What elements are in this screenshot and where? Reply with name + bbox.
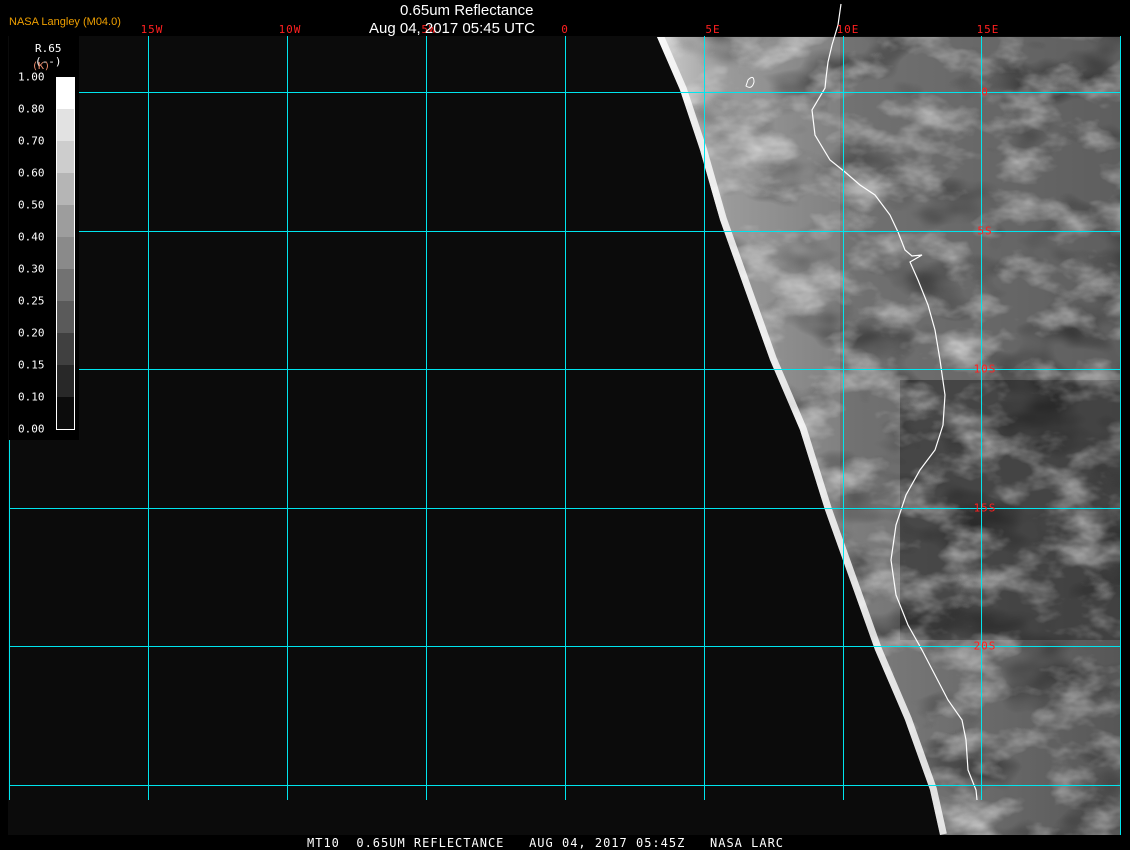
longitude-label: 10E xyxy=(836,23,860,36)
colorbar-segment xyxy=(57,237,74,269)
colorbar-tick-label: 0.15 xyxy=(18,358,45,372)
colorbar-segment xyxy=(57,269,74,301)
colorbar-tick-label: 0.10 xyxy=(18,390,45,404)
latitude-label: 0 xyxy=(981,85,989,99)
colorbar-tick-label: 0.20 xyxy=(18,326,45,340)
colorbar-segment xyxy=(57,173,74,205)
colorbar-segment xyxy=(57,109,74,141)
latitude-label: 15S xyxy=(973,501,997,515)
latitude-label: 5S xyxy=(977,224,993,238)
colorbar-tick-label: 0.80 xyxy=(18,102,45,116)
colorbar-segment xyxy=(57,301,74,333)
colorbar-tick-label: 1.00 xyxy=(18,70,45,84)
longitude-label: 0 xyxy=(561,23,569,36)
colorbar-segment xyxy=(57,205,74,237)
colorbar xyxy=(56,77,75,430)
satellite-imagery xyxy=(9,3,1121,835)
colorbar-tick-label: 0.60 xyxy=(18,166,45,180)
colorbar-tick-label: 0.50 xyxy=(18,198,45,212)
longitude-label: 10W xyxy=(278,23,302,36)
satellite-image-viewer: 0.65um Reflectance NASA Langley (M04.0) xyxy=(0,0,1130,850)
colorbar-segment xyxy=(57,333,74,365)
colorbar-tick-label: 0.40 xyxy=(18,230,45,244)
colorbar-segment xyxy=(57,77,74,109)
colorbar-legend: R.65 (--) (K) 1.00 0.80 0.70 0.60 0.50 0.40 0.… xyxy=(9,36,79,440)
colorbar-segment xyxy=(57,141,74,173)
latitude-label: 10S xyxy=(973,362,997,376)
latitude-label: 20S xyxy=(973,639,997,653)
longitude-label: 15W xyxy=(140,23,164,36)
longitude-label: 5E xyxy=(705,23,721,36)
longitude-label: 15E xyxy=(976,23,1000,36)
earth-disk xyxy=(657,37,1120,835)
observation-datetime: Aug 04, 2017 05:45 UTC xyxy=(369,20,535,37)
colorbar-segment xyxy=(57,397,74,429)
colorbar-tick-label: 0.00 xyxy=(18,422,45,436)
colorbar-tick-label: 0.25 xyxy=(18,294,45,308)
footer-caption: MT10 0.65UM REFLECTANCE AUG 04, 2017 05:… xyxy=(307,836,785,850)
colorbar-variable: R.65 xyxy=(35,42,62,55)
colorbar-segment xyxy=(57,365,74,397)
colorbar-tick-label: 0.30 xyxy=(18,262,45,276)
colorbar-tick-label: 0.70 xyxy=(18,134,45,148)
